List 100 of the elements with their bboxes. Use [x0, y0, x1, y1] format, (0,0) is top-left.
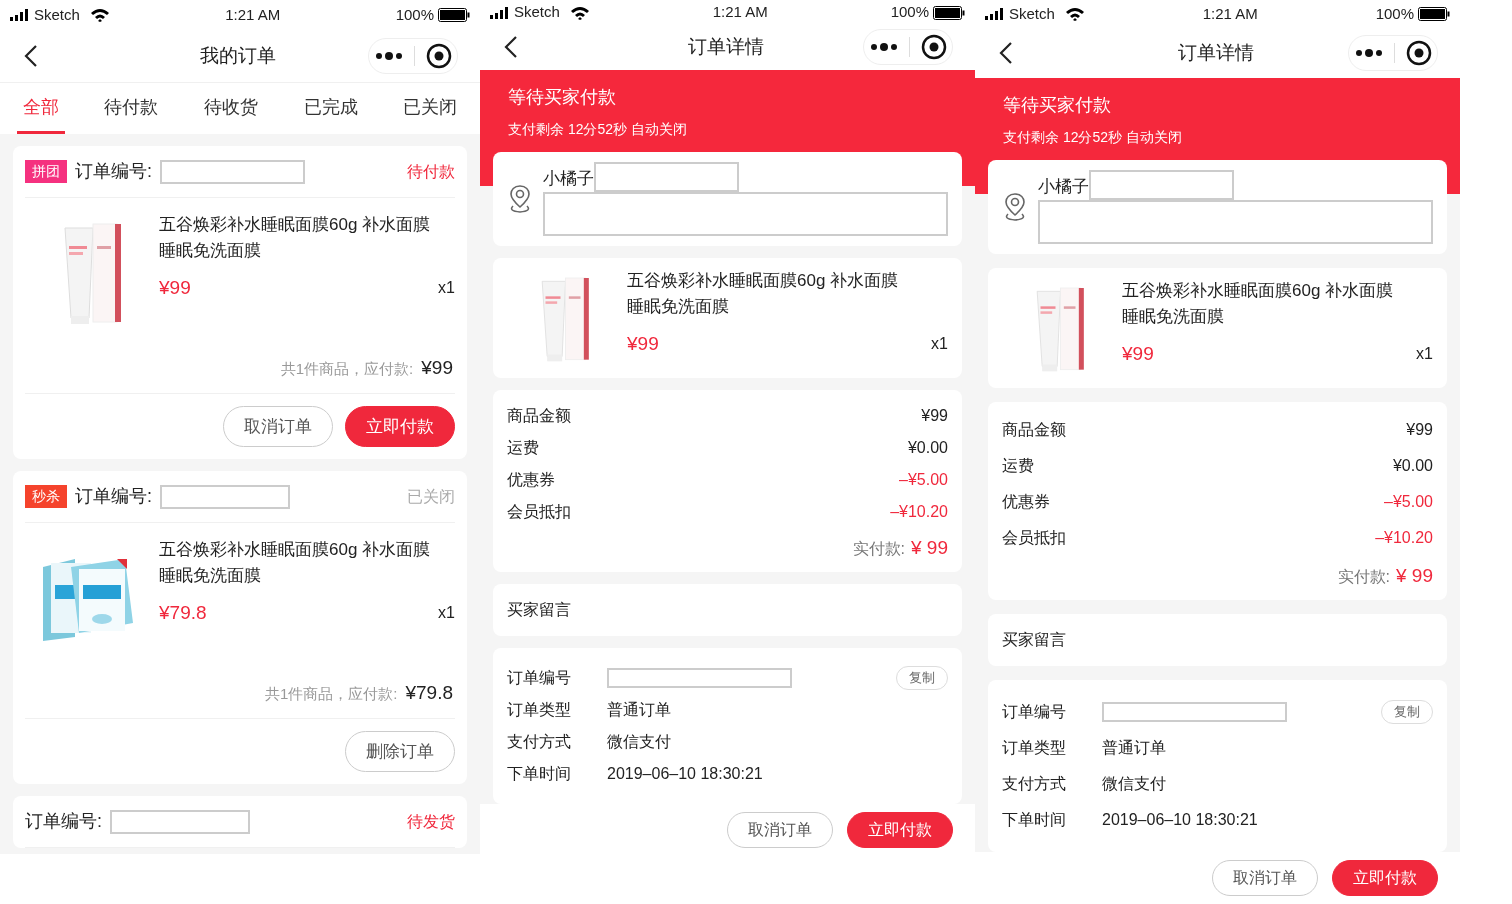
order-status: 待发货: [407, 811, 455, 832]
amount-value: ¥99: [921, 405, 948, 426]
paid-amount: ¥ 99: [1396, 563, 1433, 588]
info-label: 订单编号: [1002, 702, 1067, 722]
amount-label: 优惠券: [507, 469, 555, 490]
pay-button[interactable]: 立即付款: [345, 405, 455, 447]
info-label: 支付方式: [1002, 774, 1067, 794]
battery-level: 100%: [1375, 3, 1414, 24]
product-price: ¥99: [627, 331, 659, 356]
amount-label: 优惠券: [1002, 491, 1050, 512]
page-title: 订单详情: [686, 35, 765, 60]
banner-title: 等待买家付款: [508, 85, 617, 109]
info-label: 订单类型: [1002, 738, 1067, 758]
tab[interactable]: 待付款: [98, 83, 165, 134]
amount-label: 运费: [507, 437, 539, 458]
tab[interactable]: 待收货: [198, 83, 264, 134]
order-status: 已关闭: [407, 486, 455, 507]
order-number-label: 订单编号:: [25, 810, 102, 833]
order-action-button[interactable]: 取消订单: [727, 812, 833, 848]
info-value: 微信支付: [607, 732, 671, 752]
product-title: 五谷焕彩补水睡眠面膜60g 补水面膜睡眠免洗面膜: [1122, 279, 1395, 328]
carrier-name: Sketch: [34, 4, 80, 25]
recipient-name: 小橘子: [1038, 176, 1089, 198]
order-total: ¥99: [421, 356, 453, 380]
order-tag: 拼团: [25, 160, 67, 183]
order-number-label: 订单编号:: [75, 485, 152, 508]
pay-button[interactable]: 立即付款: [1332, 860, 1438, 896]
battery-icon: [1418, 7, 1450, 22]
target-icon[interactable]: [425, 43, 452, 69]
location-icon: [1002, 191, 1028, 222]
amount-value: –¥10.20: [890, 501, 948, 522]
more-icon[interactable]: [374, 51, 403, 61]
tab[interactable]: 已关闭: [397, 83, 464, 134]
signal-icon: [985, 8, 1005, 21]
order-action-button[interactable]: 取消订单: [223, 405, 333, 447]
product-title: 五谷焕彩补水睡眠面膜60g 补水面膜睡眠免洗面膜: [627, 269, 900, 318]
carrier-name: Sketch: [514, 2, 560, 23]
battery-icon: [933, 5, 965, 20]
countdown-text: 支付剩余 12分52秒 自动关闭: [508, 119, 688, 139]
product-quantity: x1: [931, 333, 948, 354]
pay-button[interactable]: 立即付款: [847, 812, 953, 848]
summary-label: 共1件商品，应付款:: [280, 359, 414, 379]
tab[interactable]: 已完成: [297, 83, 364, 134]
target-icon[interactable]: [1405, 39, 1432, 66]
product-quantity: x1: [438, 603, 455, 624]
info-value: 2019–06–10 18:30:21: [607, 764, 763, 784]
product-title: 五谷焕彩补水睡眠面膜60g 补水面膜睡眠免洗面膜: [159, 214, 432, 262]
amount-value: ¥99: [1406, 419, 1433, 440]
status-time: 1:21 AM: [1202, 3, 1258, 24]
copy-button[interactable]: 复制: [1381, 700, 1433, 724]
info-label: 订单编号: [507, 668, 572, 688]
amount-label: 会员抵扣: [1002, 527, 1066, 548]
wifi-icon: [1064, 7, 1085, 22]
product-title: 五谷焕彩补水睡眠面膜60g 补水面膜睡眠免洗面膜: [159, 539, 432, 587]
recipient-name: 小橘子: [543, 168, 594, 190]
countdown-text: 支付剩余 12分52秒 自动关闭: [1003, 127, 1183, 147]
info-label: 下单时间: [507, 764, 572, 784]
paid-label: 实付款:: [1337, 566, 1390, 587]
summary-label: 共1件商品，应付款:: [264, 684, 398, 704]
order-tag: 秒杀: [25, 485, 67, 508]
amount-label: 会员抵扣: [507, 501, 571, 522]
info-label: 下单时间: [1002, 810, 1067, 830]
message-label: 买家留言: [1002, 631, 1066, 648]
banner-title: 等待买家付款: [1003, 93, 1112, 117]
more-icon[interactable]: [1354, 47, 1383, 58]
order-action-button[interactable]: 删除订单: [345, 730, 455, 772]
copy-button[interactable]: 复制: [896, 666, 948, 690]
order-status: 待付款: [407, 161, 455, 182]
amount-value: ¥0.00: [1392, 455, 1433, 476]
tab[interactable]: 全部: [16, 83, 65, 134]
message-label: 买家留言: [507, 601, 571, 618]
order-action-button[interactable]: 取消订单: [1212, 860, 1318, 896]
info-value: 微信支付: [1102, 774, 1166, 794]
product-quantity: x1: [438, 278, 455, 299]
product-quantity: x1: [1416, 343, 1433, 364]
wifi-icon: [569, 5, 590, 20]
back-icon[interactable]: [999, 40, 1013, 65]
status-time: 1:21 AM: [712, 2, 768, 23]
status-time: 1:21 AM: [225, 4, 281, 25]
order-total: ¥79.8: [405, 681, 453, 705]
back-icon[interactable]: [504, 35, 518, 60]
target-icon[interactable]: [920, 34, 947, 61]
carrier-name: Sketch: [1009, 3, 1055, 24]
battery-icon: [438, 8, 470, 22]
back-icon[interactable]: [24, 44, 38, 68]
wifi-icon: [89, 8, 110, 22]
product-price: ¥79.8: [159, 601, 207, 625]
amount-label: 商品金额: [507, 405, 571, 426]
signal-icon: [10, 9, 30, 21]
amount-value: ¥0.00: [907, 437, 948, 458]
amount-label: 商品金额: [1002, 419, 1066, 440]
amount-value: –¥10.20: [1375, 527, 1433, 548]
more-icon[interactable]: [869, 42, 898, 53]
info-value: 普通订单: [1102, 738, 1166, 758]
amount-label: 运费: [1002, 455, 1034, 476]
amount-value: –¥5.00: [899, 469, 948, 490]
order-number-label: 订单编号:: [75, 160, 152, 183]
amount-value: –¥5.00: [1384, 491, 1433, 512]
battery-level: 100%: [890, 2, 929, 23]
info-value: 普通订单: [607, 700, 671, 720]
